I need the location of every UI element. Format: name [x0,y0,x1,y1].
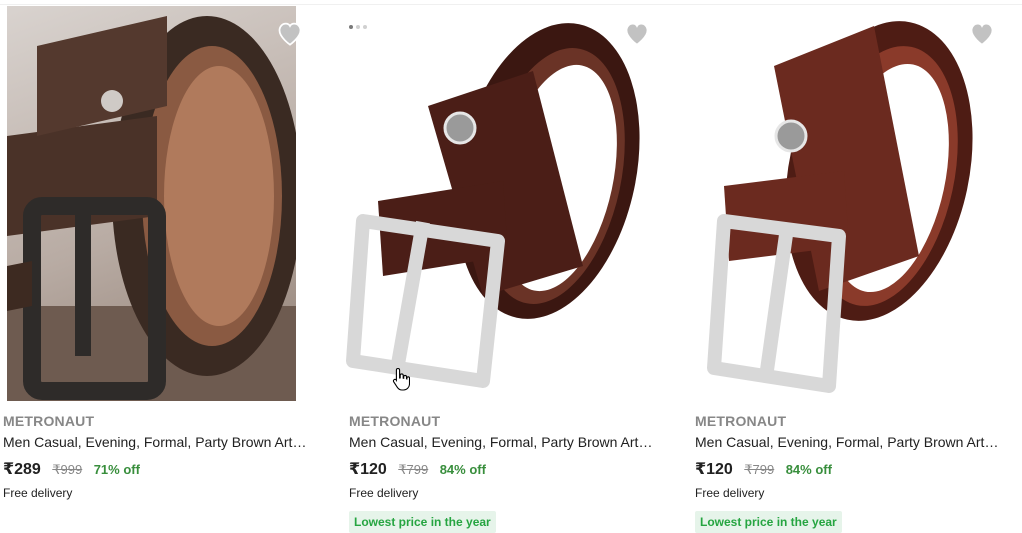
product-title[interactable]: Men Casual, Evening, Formal, Party Brown… [3,434,308,450]
price-row: ₹289 ₹999 71% off [3,459,140,479]
product-price: ₹120 [349,461,387,478]
wishlist-heart-icon[interactable] [276,20,304,46]
product-brand: METRONAUT [695,413,787,429]
price-row: ₹120 ₹799 84% off [349,459,486,479]
carousel-dot[interactable] [356,25,360,29]
product-grid: METRONAUT Men Casual, Evening, Formal, P… [0,6,1022,533]
wishlist-heart-icon[interactable] [623,20,651,46]
product-mrp: ₹799 [398,462,429,477]
carousel-dot[interactable] [349,25,353,29]
product-mrp: ₹999 [52,462,83,477]
wishlist-heart-icon[interactable] [968,20,996,46]
delivery-info: Free delivery [695,486,765,500]
lowest-price-badge: Lowest price in the year [349,511,496,533]
hand-cursor-icon [392,367,410,391]
product-discount: 71% off [93,462,140,477]
product-brand: METRONAUT [3,413,95,429]
image-carousel-dots[interactable] [349,16,370,29]
lowest-price-badge: Lowest price in the year [695,511,842,533]
price-row: ₹120 ₹799 84% off [695,459,832,479]
product-title[interactable]: Men Casual, Evening, Formal, Party Brown… [695,434,1000,450]
product-brand: METRONAUT [349,413,441,429]
product-price: ₹289 [3,461,41,478]
product-image[interactable] [7,6,296,401]
belt-image [346,23,640,388]
product-price: ₹120 [695,461,733,478]
product-image[interactable] [679,6,1009,401]
product-image[interactable] [333,6,663,401]
delivery-info: Free delivery [3,486,73,500]
belt-image [707,21,973,393]
product-card[interactable]: METRONAUT Men Casual, Evening, Formal, P… [679,6,1009,533]
delivery-info: Free delivery [349,486,419,500]
product-discount: 84% off [785,462,832,477]
product-card[interactable]: METRONAUT Men Casual, Evening, Formal, P… [0,6,330,531]
carousel-dot[interactable] [363,25,367,29]
product-discount: 84% off [439,462,486,477]
top-divider [0,4,1022,5]
product-card[interactable]: METRONAUT Men Casual, Evening, Formal, P… [333,6,663,533]
belt-image [7,16,296,401]
product-title[interactable]: Men Casual, Evening, Formal, Party Brown… [349,434,654,450]
product-mrp: ₹799 [744,462,775,477]
